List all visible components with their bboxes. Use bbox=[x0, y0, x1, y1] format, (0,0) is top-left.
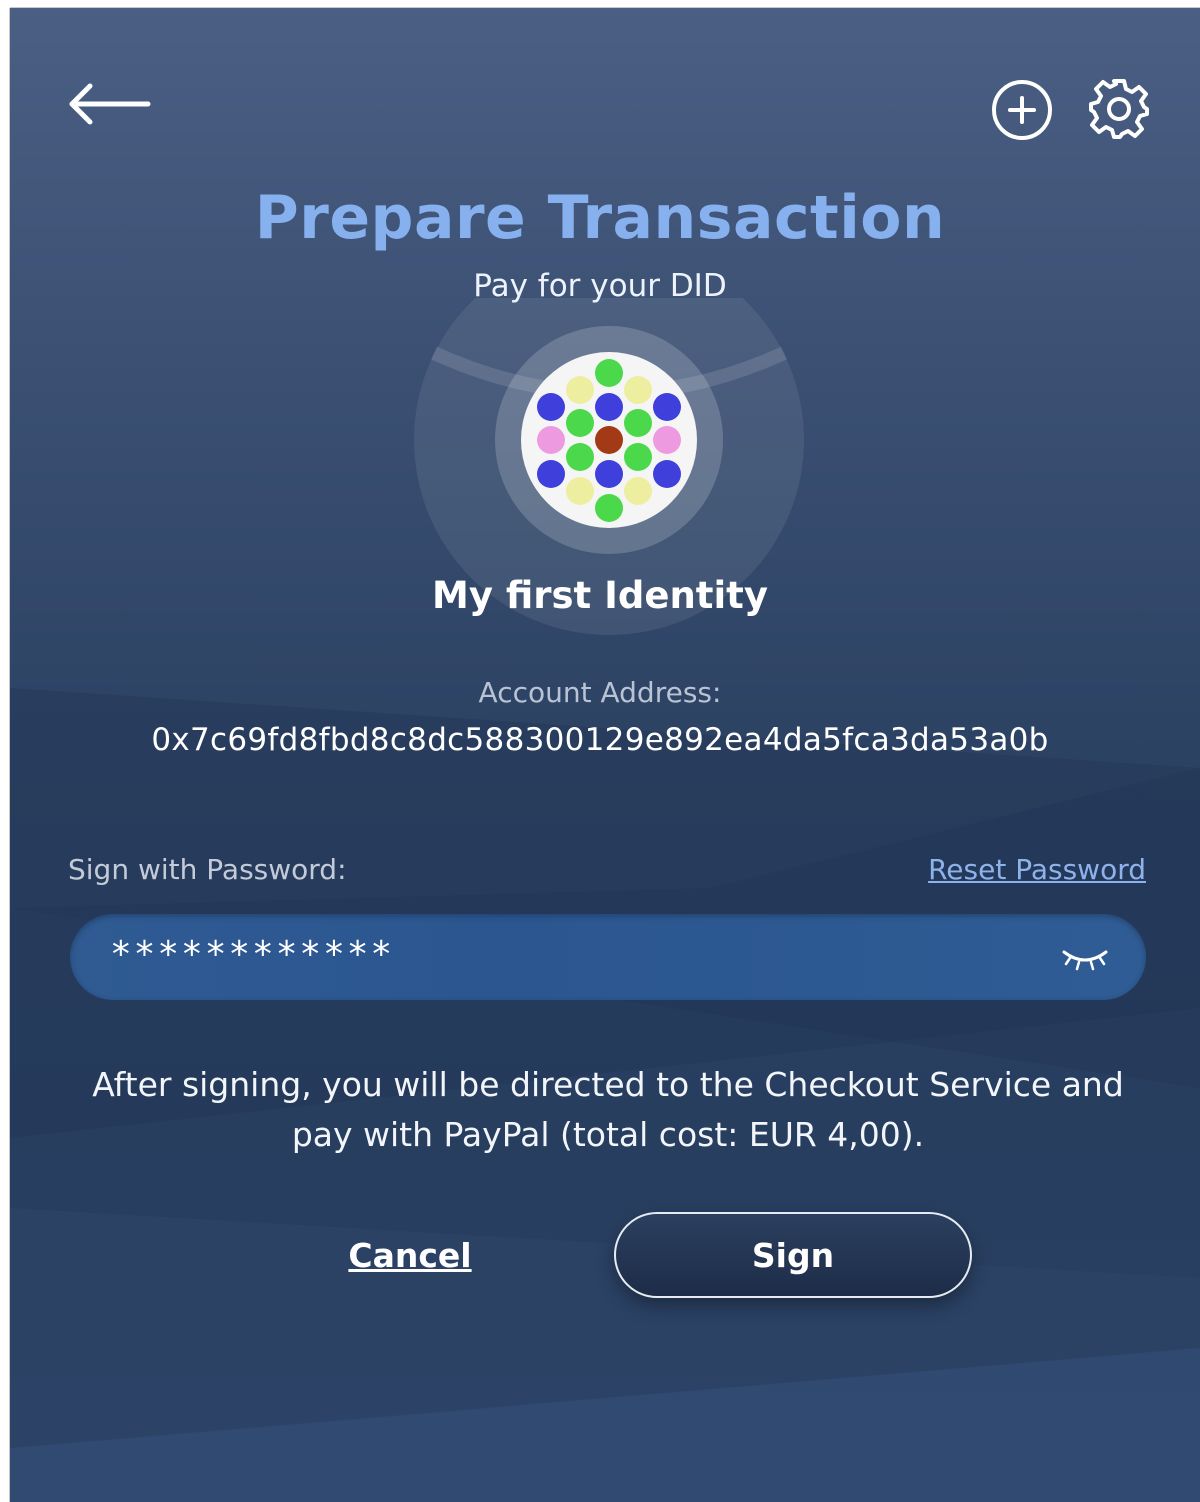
plus-circle-icon[interactable] bbox=[990, 78, 1054, 142]
arrow-left-icon[interactable] bbox=[66, 80, 152, 128]
password-input[interactable]: ************ bbox=[70, 914, 1146, 1000]
cancel-button[interactable]: Cancel bbox=[310, 1236, 510, 1275]
gear-icon[interactable] bbox=[1086, 76, 1152, 142]
checkout-notice: After signing, you will be directed to t… bbox=[92, 1065, 1124, 1154]
account-address-value: 0x7c69fd8fbd8c8dc588300129e892ea4da5fca3… bbox=[151, 722, 1049, 758]
identity-name: My first Identity bbox=[432, 574, 768, 617]
eye-closed-icon[interactable] bbox=[1060, 944, 1110, 972]
password-value: ************ bbox=[110, 934, 395, 975]
app-window: Prepare Transaction Pay for your DID My … bbox=[10, 8, 1200, 1502]
reset-password-link[interactable]: Reset Password bbox=[928, 853, 1146, 886]
password-label: Sign with Password: bbox=[68, 853, 347, 886]
sign-button[interactable]: Sign bbox=[614, 1212, 972, 1298]
page-title: Prepare Transaction bbox=[254, 183, 946, 253]
account-address-label: Account Address: bbox=[478, 676, 722, 709]
